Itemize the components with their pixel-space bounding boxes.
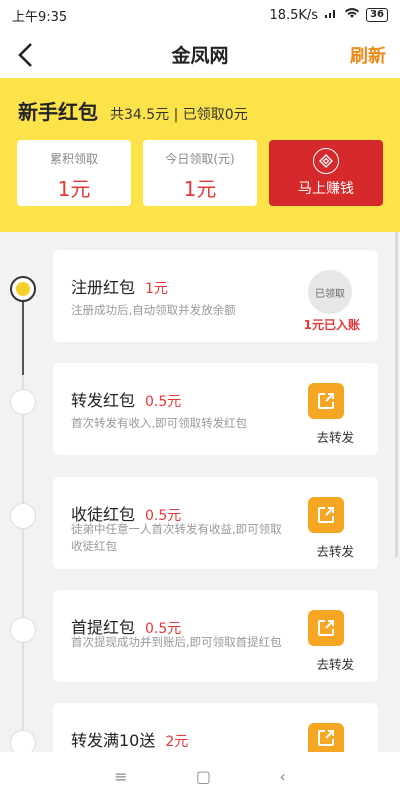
banner-title: 新手红包 xyxy=(18,100,98,124)
wifi-icon xyxy=(344,7,360,23)
stat-label: 今日领取(元) xyxy=(165,152,235,166)
share-label[interactable]: 去转发 xyxy=(316,541,354,560)
share-icon xyxy=(318,507,334,523)
task-card-first-withdraw: 首提红包 0.5元 首次提现成功并到账后,即可领取首提红包 去转发 xyxy=(53,590,378,682)
top-nav-bar: 金凤网 刷新 xyxy=(0,30,400,78)
system-back-button[interactable]: ‹ xyxy=(279,767,285,786)
timeline-dot-active xyxy=(10,276,36,302)
timeline-dot xyxy=(10,503,36,529)
share-button[interactable] xyxy=(308,610,344,646)
banner-summary: 共34.5元 | 已领取0元 xyxy=(110,107,248,123)
battery-icon: 36 xyxy=(366,8,388,22)
share-button[interactable] xyxy=(308,383,344,419)
task-card-share-10: 转发满10送 2元 xyxy=(53,703,378,752)
task-description: 徒弟中任意一人首次转发有收益,即可领取收徒红包 xyxy=(71,522,282,553)
task-title: 注册红包 1元 xyxy=(71,278,168,297)
home-button[interactable]: ▢ xyxy=(196,767,211,786)
stat-value: 1元 xyxy=(57,177,91,201)
share-button[interactable] xyxy=(308,723,344,752)
newbie-redpacket-banner: 新手红包 共34.5元 | 已领取0元 累积领取 1元 今日领取(元) 1元 马… xyxy=(0,78,400,232)
stat-today-claimed: 今日领取(元) 1元 xyxy=(143,140,257,206)
stat-label: 累积领取 xyxy=(49,152,98,166)
claimed-badge: 已领取 xyxy=(308,270,352,314)
share-label[interactable]: 去转发 xyxy=(316,654,354,673)
task-description: 注册成功后,自动领取并发放余额 xyxy=(71,303,236,317)
share-icon xyxy=(318,729,334,746)
share-icon xyxy=(318,393,334,409)
back-button[interactable] xyxy=(12,40,42,70)
stat-total-claimed: 累积领取 1元 xyxy=(17,140,131,206)
status-time: 上午9:35 xyxy=(12,9,68,25)
task-amount: 1元 xyxy=(145,281,168,297)
refresh-button[interactable]: 刷新 xyxy=(350,42,386,68)
system-nav-bar: ≡ ▢ ‹ xyxy=(0,752,400,800)
status-bar: 上午9:35 18.5K/s 36 xyxy=(0,0,400,30)
timeline-dot xyxy=(10,617,36,643)
status-indicators: 18.5K/s 36 xyxy=(269,7,388,23)
task-description: 首次转发有收入,即可领取转发红包 xyxy=(71,416,248,430)
timeline-dot xyxy=(10,389,36,415)
task-description: 首次提现成功并到账后,即可领取首提红包 xyxy=(71,635,282,649)
task-amount: 2元 xyxy=(165,734,189,750)
network-speed: 18.5K/s xyxy=(269,7,319,23)
task-card-share: 转发红包 0.5元 首次转发有收入,即可领取转发红包 去转发 xyxy=(53,363,378,455)
stat-value: 1元 xyxy=(183,177,217,201)
task-title: 转发红包 0.5元 xyxy=(71,391,182,410)
credited-status: 1元已入账 xyxy=(303,318,360,332)
timeline-progress xyxy=(22,290,24,375)
task-card-apprentice: 收徒红包 0.5元 徒弟中任意一人首次转发有收益,即可领取收徒红包 去转发 xyxy=(53,477,378,569)
coin-icon xyxy=(313,148,339,174)
page-title: 金凤网 xyxy=(171,44,229,67)
share-label[interactable]: 去转发 xyxy=(316,427,354,446)
task-card-register: 注册红包 1元 注册成功后,自动领取并发放余额 已领取 1元已入账 xyxy=(53,250,378,342)
task-amount: 0.5元 xyxy=(145,394,182,410)
menu-button[interactable]: ≡ xyxy=(114,767,127,786)
share-button[interactable] xyxy=(308,497,344,533)
signal-icon xyxy=(324,7,338,23)
chevron-left-icon xyxy=(18,43,32,67)
scrollbar[interactable] xyxy=(395,232,398,557)
earn-now-button[interactable]: 马上赚钱 xyxy=(269,140,383,206)
earn-now-label: 马上赚钱 xyxy=(298,181,354,197)
banner-header: 新手红包 共34.5元 | 已领取0元 xyxy=(18,96,248,125)
share-icon xyxy=(318,620,334,636)
task-title: 转发满10送 2元 xyxy=(71,731,189,750)
